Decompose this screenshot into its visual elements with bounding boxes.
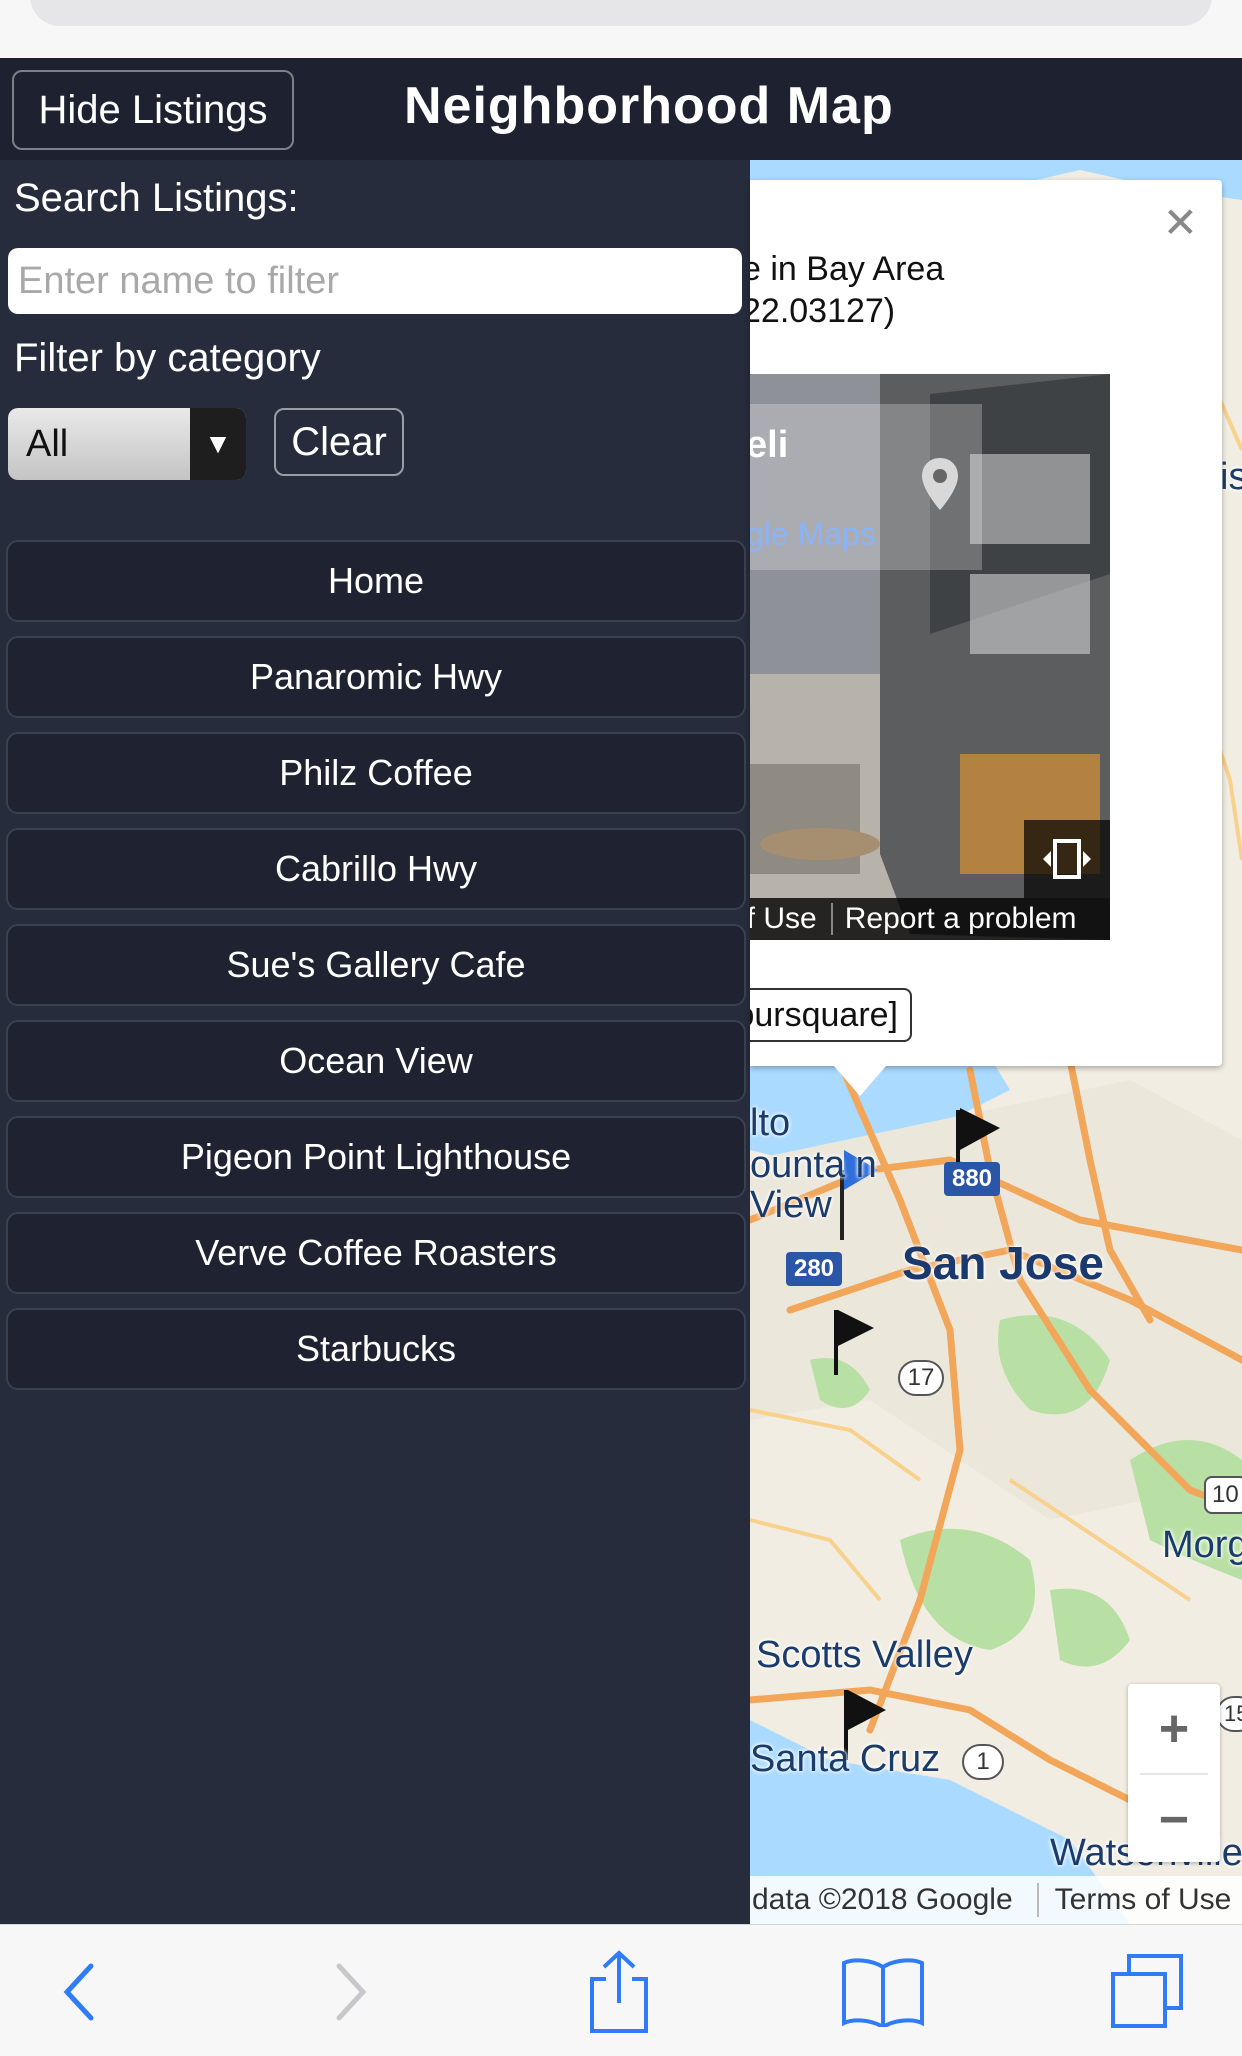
foursquare-button[interactable]: oursquare] <box>750 988 912 1042</box>
clear-button[interactable]: Clear <box>274 408 404 476</box>
category-select-value: All <box>26 422 69 465</box>
report-problem-link[interactable]: Report a problem <box>845 902 1077 936</box>
filter-label: Filter by category <box>14 336 321 380</box>
zoom-in-button[interactable]: + <box>1128 1684 1220 1773</box>
list-item[interactable]: Verve Coffee Roasters <box>6 1212 746 1294</box>
url-field[interactable] <box>30 0 1212 26</box>
map-label: lto <box>750 1102 791 1144</box>
tabs-icon[interactable] <box>1102 1947 1192 2037</box>
listings-list: Home Panaromic Hwy Philz Coffee Cabrillo… <box>6 540 746 1404</box>
highway-shield: 880 <box>944 1162 1000 1196</box>
listings-sidebar: Search Listings: Filter by category All … <box>0 160 750 1924</box>
map-label: View <box>750 1184 832 1226</box>
map-attribution: data ©2018 Google Terms of Use <box>750 1876 1242 1924</box>
back-icon[interactable] <box>34 1947 124 2037</box>
map-label: is <box>1220 456 1242 498</box>
map-label: ounta n <box>750 1144 877 1186</box>
page-title: Neighborhood Map <box>404 77 894 135</box>
info-window-pointer <box>834 1066 886 1096</box>
list-item[interactable]: Cabrillo Hwy <box>6 828 746 910</box>
search-label: Search Listings: <box>14 176 299 220</box>
fullscreen-icon[interactable] <box>1024 820 1110 898</box>
map-label: Santa Cruz <box>750 1738 941 1780</box>
zoom-out-button[interactable]: − <box>1128 1775 1220 1864</box>
list-item[interactable]: Philz Coffee <box>6 732 746 814</box>
list-item[interactable]: Starbucks <box>6 1308 746 1390</box>
category-select[interactable]: All ▼ <box>8 408 246 480</box>
share-icon[interactable] <box>574 1947 664 2037</box>
map-terms-link[interactable]: Terms of Use <box>1055 1883 1232 1917</box>
map-label: Scotts Valley <box>756 1634 973 1676</box>
list-item[interactable]: Panaromic Hwy <box>6 636 746 718</box>
street-view-terms-link[interactable]: of Use <box>750 902 817 936</box>
zoom-control: + − <box>1128 1684 1220 1862</box>
info-window: ✕ e in Bay Area 22.03127) eli gle Maps f… <box>750 180 1222 1066</box>
hide-listings-button[interactable]: Hide Listings <box>12 70 294 150</box>
chevron-down-icon: ▼ <box>190 408 246 480</box>
highway-shield: 17 <box>898 1360 944 1396</box>
list-item[interactable]: Pigeon Point Lighthouse <box>6 1116 746 1198</box>
search-input[interactable] <box>8 248 742 314</box>
highway-shield: 1 <box>962 1744 1004 1780</box>
list-item[interactable]: Home <box>6 540 746 622</box>
highway-shield: 10 <box>1204 1476 1242 1514</box>
view-on-google-maps-link[interactable]: gle Maps <box>750 516 876 553</box>
street-view-footer: of Use Report a problem <box>750 898 1110 940</box>
forward-icon[interactable] <box>306 1947 396 2037</box>
map-label-san-jose: San Jose <box>902 1237 1104 1289</box>
info-coordinates: 22.03127) <box>750 292 896 330</box>
info-title: e in Bay Area <box>750 250 945 288</box>
list-item[interactable]: Sue's Gallery Cafe <box>6 924 746 1006</box>
highway-shield: 280 <box>786 1252 842 1286</box>
map-pin-icon <box>922 458 958 510</box>
browser-toolbar <box>0 1924 1242 2056</box>
browser-address-bar <box>0 0 1242 58</box>
app-header: Hide Listings Neighborhood Map <box>0 58 1242 160</box>
bookmarks-icon[interactable] <box>838 1947 928 2037</box>
list-item[interactable]: Ocean View <box>6 1020 746 1102</box>
close-icon[interactable]: ✕ <box>1163 198 1198 247</box>
street-view-panorama[interactable]: eli gle Maps of Use Report a problem <box>750 374 1110 940</box>
street-view-address-card: eli gle Maps <box>750 404 982 570</box>
map-label: Morg <box>1162 1524 1242 1566</box>
map-data-attribution: data ©2018 Google <box>752 1883 1013 1916</box>
street-view-title: eli <box>750 424 789 466</box>
